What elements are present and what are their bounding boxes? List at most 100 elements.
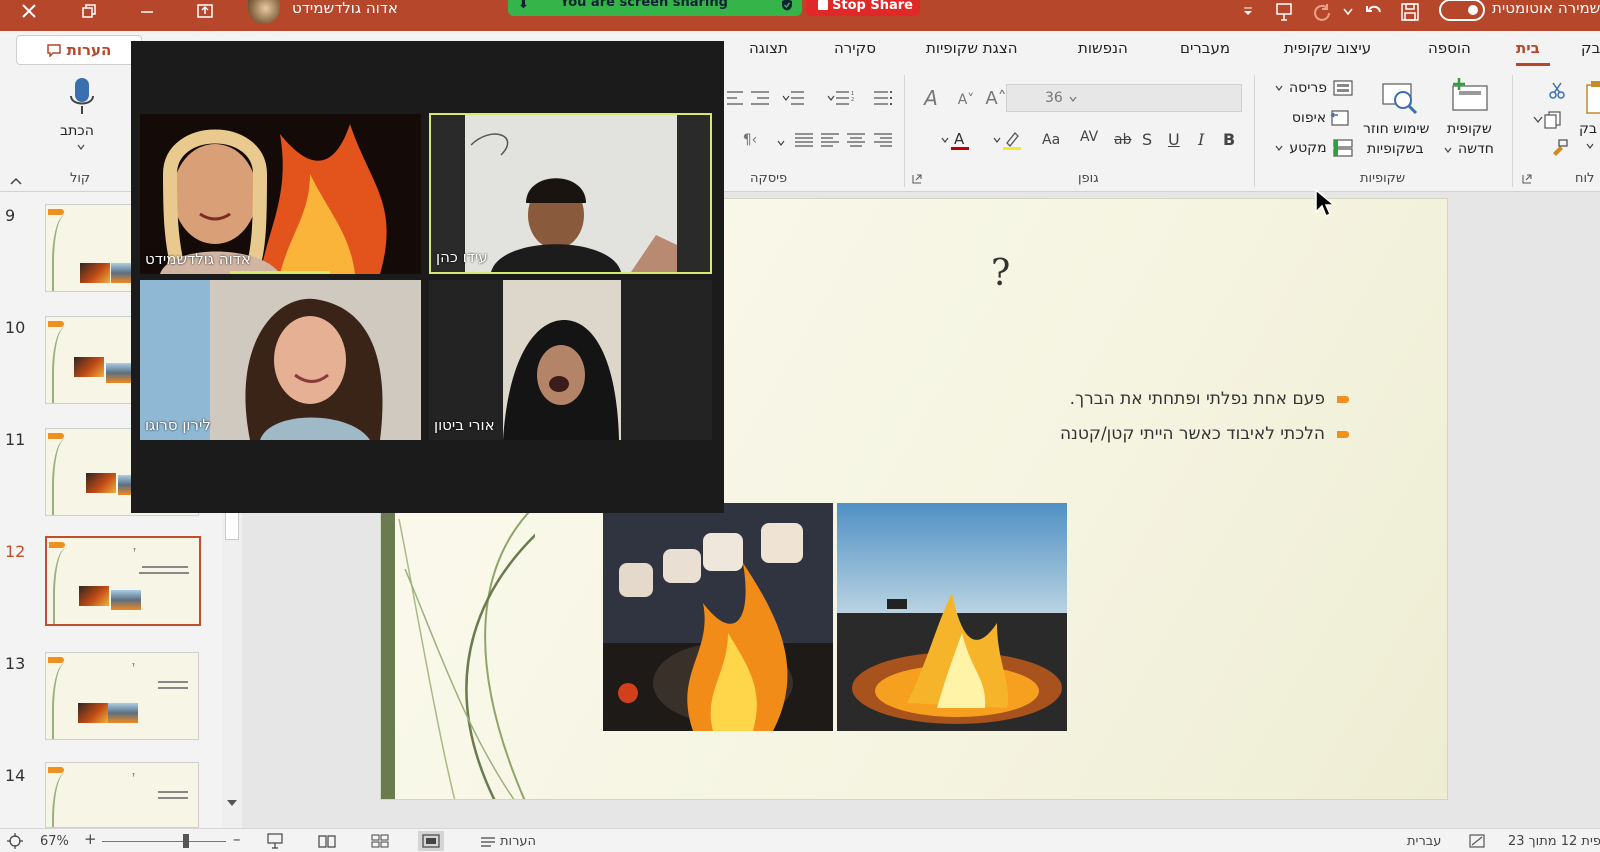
align-center-button[interactable] bbox=[844, 129, 868, 151]
format-painter-button[interactable] bbox=[1548, 137, 1570, 159]
tab-review[interactable]: סקירה bbox=[834, 39, 876, 57]
copy-button[interactable] bbox=[1528, 109, 1568, 131]
zoom-slider[interactable] bbox=[102, 841, 226, 842]
line-spacing-button[interactable] bbox=[776, 87, 816, 109]
clear-formatting-button[interactable]: A bbox=[918, 85, 944, 111]
slide-show-button[interactable] bbox=[262, 831, 288, 851]
normal-view-button[interactable] bbox=[418, 831, 444, 851]
repeat-button[interactable] bbox=[1310, 2, 1334, 22]
align-right-button[interactable] bbox=[870, 129, 896, 151]
close-window-button[interactable] bbox=[12, 0, 46, 22]
tab-home[interactable]: בית bbox=[1516, 39, 1540, 57]
triangle-down-icon bbox=[227, 800, 237, 806]
font-size-combobox[interactable]: 36 bbox=[1006, 84, 1242, 112]
scrollbar-thumb[interactable] bbox=[225, 512, 239, 540]
slide-thumbnail-13[interactable]: ? bbox=[45, 652, 199, 740]
user-avatar[interactable] bbox=[248, 0, 280, 24]
zoom-out-button[interactable]: – bbox=[233, 830, 241, 848]
increase-font-size-button[interactable]: A˄ bbox=[982, 84, 1010, 112]
decrease-font-size-button[interactable]: A˅ bbox=[952, 87, 980, 113]
tab-slideshow[interactable]: הצגת שקופיות bbox=[926, 39, 1018, 57]
notes-button[interactable]: הערות bbox=[480, 834, 536, 849]
zoom-level[interactable]: 67% bbox=[40, 834, 69, 849]
slide-sorter-button[interactable] bbox=[367, 831, 393, 851]
layout-button[interactable]: פריסה bbox=[1270, 77, 1358, 99]
strikethrough-button[interactable]: ab bbox=[1114, 132, 1131, 148]
slide-image-marshmallows[interactable] bbox=[603, 503, 833, 731]
participant-video-tile[interactable]: אדוה גולדשמידט bbox=[140, 114, 421, 274]
new-slide-button[interactable] bbox=[1450, 77, 1490, 113]
scroll-down-button[interactable] bbox=[224, 796, 240, 810]
fit-to-window-icon[interactable] bbox=[6, 833, 24, 849]
slide-thumbnail-14[interactable]: ? bbox=[45, 762, 199, 828]
increase-indent-button[interactable] bbox=[748, 87, 772, 109]
minimize-window-button[interactable] bbox=[130, 0, 164, 22]
down-arrow-icon: ⬇ bbox=[518, 0, 529, 12]
language-indicator[interactable]: עברית bbox=[1407, 834, 1441, 849]
text-direction-dropdown[interactable] bbox=[774, 137, 788, 149]
slide-image-beach-firepit[interactable] bbox=[837, 503, 1067, 731]
undo-button[interactable] bbox=[1362, 2, 1386, 22]
dictate-button[interactable] bbox=[64, 75, 100, 117]
participant-video-tile[interactable]: אורי ביטון bbox=[429, 280, 712, 440]
tab-edge[interactable]: בק bbox=[1581, 39, 1600, 57]
reading-view-button[interactable] bbox=[314, 831, 340, 851]
numbering-button[interactable]: 12 bbox=[822, 87, 862, 109]
stop-share-button[interactable]: Stop Share bbox=[806, 0, 920, 16]
notes-toggle-icon[interactable] bbox=[1468, 833, 1486, 849]
notes-icon bbox=[481, 836, 495, 847]
present-from-start-button[interactable] bbox=[1272, 2, 1296, 22]
comments-button[interactable]: הערות bbox=[16, 35, 142, 65]
new-slide-dropdown[interactable] bbox=[1442, 144, 1454, 156]
restore-window-button[interactable] bbox=[72, 0, 106, 22]
slide-bullet[interactable]: הלכתי לאיבוד כאשר הייתי קטן/קטנה bbox=[1060, 424, 1349, 444]
decrease-indent-button[interactable] bbox=[724, 87, 746, 109]
justify-button[interactable] bbox=[792, 129, 816, 151]
shadow-button[interactable]: S bbox=[1142, 130, 1152, 149]
minimize-icon bbox=[141, 11, 153, 13]
slide-title[interactable]: ? bbox=[991, 253, 1010, 294]
zoom-slider-handle[interactable] bbox=[183, 834, 189, 848]
paste-button[interactable] bbox=[1584, 77, 1600, 117]
section-button[interactable]: מקטע bbox=[1270, 137, 1358, 159]
tab-animations[interactable]: הנפשות bbox=[1078, 39, 1128, 57]
tab-transitions[interactable]: מעברים bbox=[1180, 39, 1230, 57]
text-shadow-icon: S bbox=[1142, 130, 1153, 149]
autosave-toggle[interactable] bbox=[1439, 0, 1485, 21]
slide-bullet[interactable]: פעם אחת נפלתי ופתחתי את הברך. bbox=[1070, 389, 1349, 409]
participant-video-tile[interactable]: לירון סרוגו bbox=[140, 280, 421, 440]
highlight-color-button[interactable] bbox=[986, 129, 1030, 151]
tab-design[interactable]: עיצוב שקופית bbox=[1284, 39, 1371, 57]
cut-button[interactable] bbox=[1546, 79, 1568, 101]
slide-thumbnail-12[interactable]: ? bbox=[45, 536, 201, 626]
collapse-ribbon-button[interactable] bbox=[8, 175, 24, 187]
undo-dropdown-button[interactable] bbox=[1336, 2, 1360, 22]
dictate-dropdown[interactable] bbox=[74, 141, 88, 153]
italic-button[interactable]: I bbox=[1198, 130, 1204, 149]
font-dialog-launcher[interactable] bbox=[910, 172, 924, 186]
reuse-slides-button[interactable] bbox=[1380, 79, 1420, 115]
change-case-button[interactable]: Aa bbox=[1042, 132, 1060, 148]
customize-quick-access-button[interactable] bbox=[1236, 2, 1260, 22]
bold-button[interactable]: B bbox=[1223, 130, 1235, 149]
character-spacing-button[interactable]: AV bbox=[1080, 129, 1098, 145]
tab-insert[interactable]: הוספה bbox=[1428, 39, 1471, 57]
thumbnail-decoration bbox=[52, 215, 74, 291]
font-color-button[interactable]: A bbox=[932, 129, 980, 151]
tab-view[interactable]: תצוגה bbox=[749, 39, 788, 57]
paste-dropdown[interactable] bbox=[1583, 139, 1597, 153]
account-username[interactable]: אדוה גולדשמידט bbox=[292, 0, 398, 17]
dictate-label: הכתב bbox=[60, 123, 94, 139]
svg-text:2: 2 bbox=[851, 97, 854, 103]
bullets-button[interactable] bbox=[870, 87, 896, 109]
zoom-gallery-window[interactable]: אדוה גולדשמידט עידו כהן לירון סרוגו אורי… bbox=[131, 41, 724, 513]
text-direction-button[interactable]: ¶‹ bbox=[728, 129, 772, 151]
reset-button[interactable]: איפוס bbox=[1284, 107, 1358, 129]
underline-button[interactable]: U bbox=[1168, 130, 1180, 149]
share-button[interactable] bbox=[188, 0, 222, 22]
clipboard-launcher[interactable] bbox=[1520, 172, 1534, 186]
save-button[interactable] bbox=[1398, 2, 1422, 22]
align-left-button[interactable] bbox=[818, 129, 842, 151]
participant-video-tile-active[interactable]: עידו כהן bbox=[429, 113, 712, 274]
zoom-in-button[interactable]: + bbox=[84, 830, 97, 848]
